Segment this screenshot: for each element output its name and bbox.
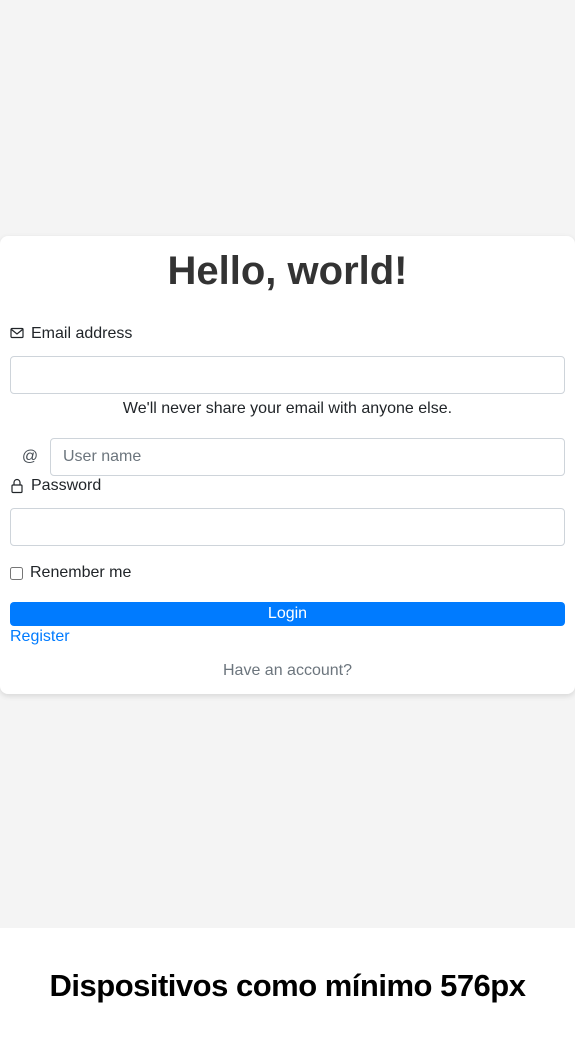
remember-row: Renember me <box>10 564 131 582</box>
login-button[interactable]: Login <box>10 602 565 626</box>
email-label-row: Email address <box>10 325 132 343</box>
page-title: Hello, world! <box>167 249 408 293</box>
password-field[interactable] <box>10 508 565 546</box>
lock-icon <box>10 478 26 494</box>
email-help-text: We'll never share your email with anyone… <box>122 400 453 417</box>
password-label-row: Password <box>10 477 101 495</box>
remember-label[interactable]: Renember me <box>30 564 131 582</box>
register-link[interactable]: Register <box>10 628 70 646</box>
username-input[interactable] <box>50 438 565 476</box>
password-label: Password <box>31 477 102 494</box>
email-field[interactable] <box>10 356 565 394</box>
envelope-icon <box>10 326 26 342</box>
email-label: Email address <box>31 325 133 342</box>
remember-checkbox[interactable] <box>10 566 23 580</box>
have-account-text: Have an account? <box>223 662 352 679</box>
caption-text: Dispositivos como mínimo 576px <box>49 968 526 1003</box>
username-prefix: @ <box>21 448 39 465</box>
